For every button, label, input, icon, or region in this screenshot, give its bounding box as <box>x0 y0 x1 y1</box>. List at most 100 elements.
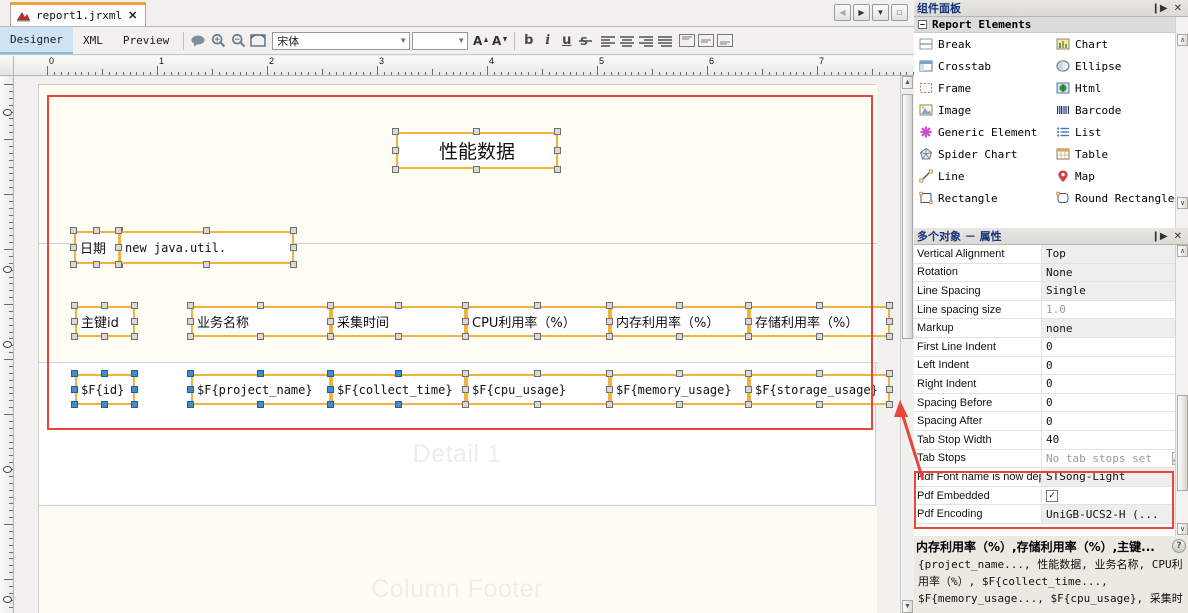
selection-handle[interactable] <box>327 385 334 393</box>
selection-handle[interactable] <box>394 401 402 408</box>
selection-handle[interactable] <box>257 401 264 408</box>
selection-handle[interactable] <box>462 370 469 377</box>
selection-handle[interactable] <box>71 333 78 340</box>
property-value[interactable]: 0 <box>1042 393 1188 412</box>
maximize-button[interactable]: □ <box>891 4 908 21</box>
zoom-in-icon[interactable] <box>208 31 228 51</box>
selection-handle[interactable] <box>534 401 541 408</box>
selection-handle[interactable] <box>606 385 613 393</box>
selection-handle[interactable] <box>462 333 469 340</box>
report-element-date-field[interactable]: new java.util. <box>119 231 294 264</box>
selection-handle[interactable] <box>131 302 138 309</box>
tab-prev-button[interactable]: ◀ <box>834 4 851 21</box>
property-value[interactable]: Single▼ <box>1042 282 1188 300</box>
selection-handle[interactable] <box>187 401 194 408</box>
selection-handle[interactable] <box>71 317 78 325</box>
decrease-font-button[interactable]: A <box>491 31 510 50</box>
selection-handle[interactable] <box>886 302 893 309</box>
scroll-down-arrow[interactable]: ∨ <box>1177 197 1188 209</box>
selection-handle[interactable] <box>327 317 334 325</box>
selection-handle[interactable] <box>187 317 194 325</box>
selection-handle[interactable] <box>886 333 893 340</box>
valign-bottom-icon[interactable] <box>715 31 734 50</box>
selection-handle[interactable] <box>327 401 334 408</box>
palette-item-round-rectangle[interactable]: Round Rectangle <box>1051 187 1188 209</box>
comment-icon[interactable] <box>188 31 208 51</box>
selection-handle[interactable] <box>606 302 613 309</box>
selection-handle[interactable] <box>462 401 469 408</box>
property-value[interactable]: 0 <box>1042 412 1188 430</box>
selection-handle[interactable] <box>71 302 78 309</box>
scroll-up-arrow[interactable]: ∧ <box>1177 34 1188 46</box>
property-value[interactable]: 0 <box>1042 356 1188 375</box>
selection-handle[interactable] <box>675 370 683 377</box>
selection-handle[interactable] <box>71 401 78 408</box>
selection-handle[interactable] <box>815 302 823 309</box>
selection-handle[interactable] <box>815 370 823 377</box>
selection-handle[interactable] <box>462 302 469 309</box>
property-value[interactable]: Top▼ <box>1042 245 1188 263</box>
selection-handle[interactable] <box>675 302 683 309</box>
selection-handle[interactable] <box>131 317 138 325</box>
palette-item-rectangle[interactable]: Rectangle <box>914 187 1051 209</box>
selection-handle[interactable] <box>131 401 138 408</box>
selection-handle[interactable] <box>886 385 893 393</box>
selection-handle[interactable] <box>675 401 683 408</box>
selection-handle[interactable] <box>394 370 402 377</box>
pin-icon[interactable]: ❙▶ <box>1149 231 1171 242</box>
band-guide-marker[interactable] <box>3 466 12 473</box>
palette-item-list[interactable]: List <box>1051 121 1188 143</box>
property-value[interactable]: None▼ <box>1042 263 1188 282</box>
properties-scrollbar[interactable]: ∧ ∨ <box>1175 245 1188 536</box>
fit-page-icon[interactable] <box>248 31 268 51</box>
palette-item-spider-chart[interactable]: Spider Chart <box>914 143 1051 165</box>
tab-next-button[interactable]: ▶ <box>853 4 870 21</box>
property-value[interactable]: none▼ <box>1042 319 1188 337</box>
palette-item-break[interactable]: Break <box>914 33 1051 55</box>
selection-handle[interactable] <box>187 385 194 393</box>
band-guide-marker[interactable] <box>3 596 12 603</box>
selection-handle[interactable] <box>131 370 138 377</box>
zoom-out-icon[interactable] <box>228 31 248 51</box>
property-value[interactable]: 0 <box>1042 337 1188 356</box>
property-value[interactable]: STSong-Light▼ <box>1042 468 1188 486</box>
palette-item-image[interactable]: Image <box>914 99 1051 121</box>
selection-handle[interactable] <box>187 370 194 377</box>
selection-handle[interactable] <box>534 370 541 377</box>
selection-handle[interactable] <box>462 385 469 393</box>
italic-button[interactable]: i <box>538 31 557 50</box>
palette-item-frame[interactable]: Frame <box>914 77 1051 99</box>
scroll-thumb[interactable] <box>902 94 913 339</box>
property-value[interactable]: 0 <box>1042 375 1188 393</box>
selection-handle[interactable] <box>131 333 138 340</box>
help-icon[interactable]: ? <box>1172 539 1186 553</box>
selection-handle[interactable] <box>327 370 334 377</box>
selection-handle[interactable] <box>71 385 78 393</box>
palette-item-ellipse[interactable]: Ellipse <box>1051 55 1188 77</box>
selection-handle[interactable] <box>101 302 108 309</box>
close-icon[interactable]: ✕ <box>1171 231 1185 242</box>
selection-handle[interactable] <box>71 370 78 377</box>
selection-handle[interactable] <box>745 401 752 408</box>
selection-handle[interactable] <box>187 302 194 309</box>
palette-item-map[interactable]: Map <box>1051 165 1188 187</box>
band-guide-marker[interactable] <box>3 341 12 348</box>
canvas-vertical-scrollbar[interactable]: ▲ ▼ <box>900 76 914 613</box>
valign-top-icon[interactable] <box>677 31 696 50</box>
property-value[interactable]: UniGB-UCS2-H (...▼ <box>1042 505 1188 523</box>
palette-item-chart[interactable]: Chart <box>1051 33 1188 55</box>
selection-handle[interactable] <box>675 333 683 340</box>
increase-font-button[interactable]: A <box>472 31 491 50</box>
tab-xml[interactable]: XML <box>73 27 113 54</box>
align-justify-icon[interactable] <box>655 31 674 50</box>
selection-handle[interactable] <box>815 333 823 340</box>
selection-handle[interactable] <box>745 317 752 325</box>
tab-designer[interactable]: Designer <box>0 27 73 54</box>
palette-item-generic-element[interactable]: Generic Element <box>914 121 1051 143</box>
selection-handle[interactable] <box>606 401 613 408</box>
palette-item-barcode[interactable]: Barcode <box>1051 99 1188 121</box>
report-element-title[interactable]: 性能数据 <box>396 132 558 169</box>
scroll-down-arrow[interactable]: ∨ <box>1177 523 1188 535</box>
selection-handle[interactable] <box>745 370 752 377</box>
font-size-combo[interactable]: ▼ <box>412 31 469 50</box>
